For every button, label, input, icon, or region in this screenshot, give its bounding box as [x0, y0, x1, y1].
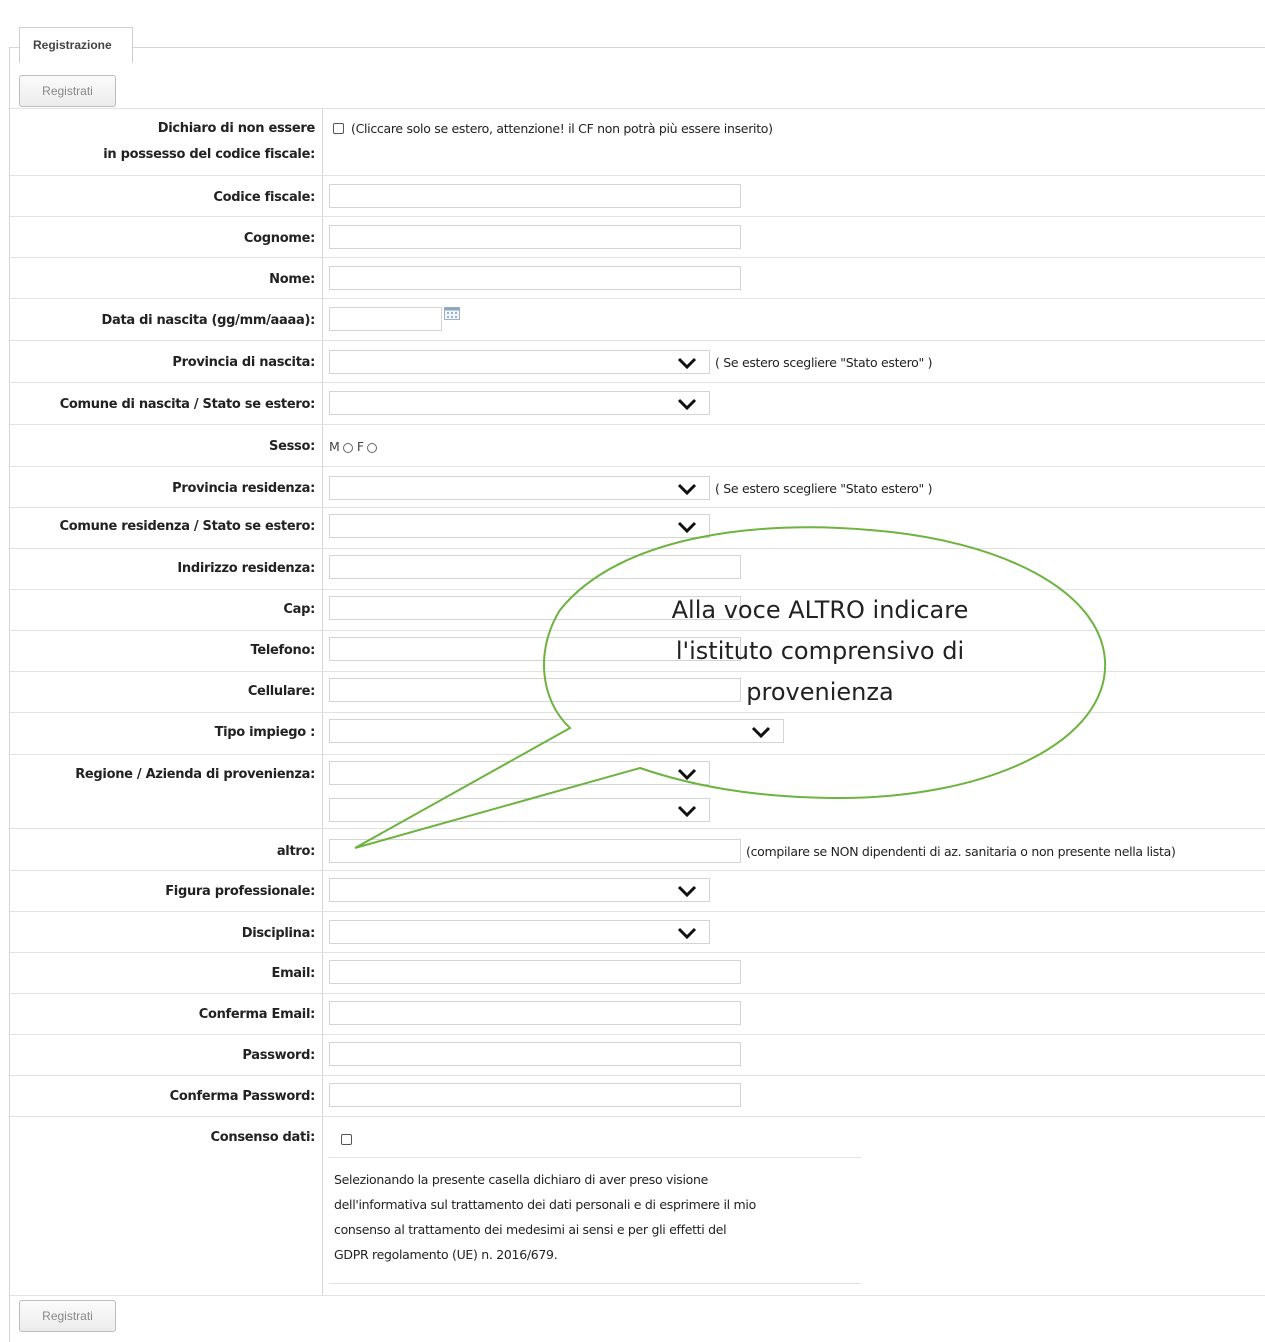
callout-text: Alla voce ALTRO indicare l'istituto comp… — [560, 590, 1080, 713]
callout-text-line: l'istituto comprensivo di — [675, 637, 965, 665]
tab-registrazione[interactable]: Registrazione — [19, 27, 133, 63]
callout-text-line: Alla voce ALTRO indicare — [671, 596, 969, 624]
callout-text-line: provenienza — [746, 678, 894, 706]
